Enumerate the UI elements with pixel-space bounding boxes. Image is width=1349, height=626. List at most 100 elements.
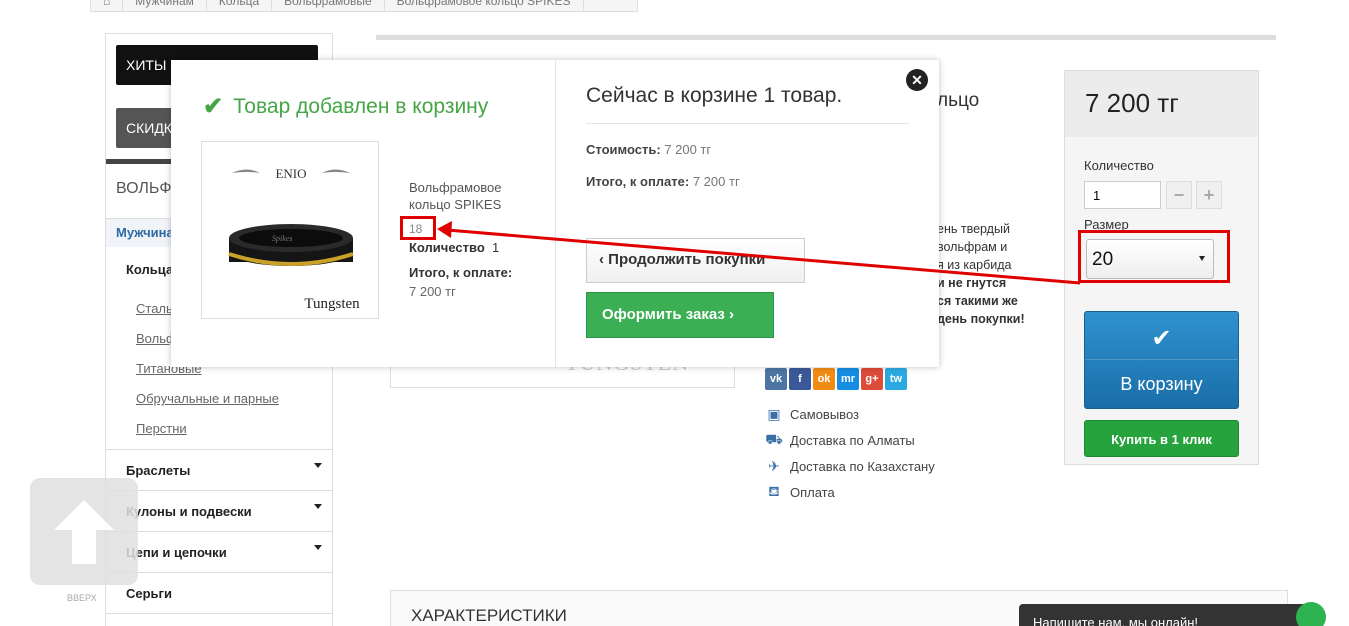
sidebar-heading: ВОЛЬФ xyxy=(116,180,172,197)
chevron-left-icon: ‹ xyxy=(599,251,604,268)
ring-image: ENIO Spikes Tungsten xyxy=(228,166,360,312)
chat-icon[interactable] xyxy=(1296,602,1326,626)
google-plus-icon[interactable]: g+ xyxy=(861,368,883,390)
sidebar-item-rings[interactable]: Кольца xyxy=(126,262,173,277)
added-title-text: Товар добавлен в корзину xyxy=(233,94,489,118)
quantity-minus-button[interactable]: − xyxy=(1166,181,1192,209)
plane-icon: ✈ xyxy=(768,458,780,474)
quantity-label: Количество xyxy=(1084,158,1154,173)
total-value: 7 200 тг xyxy=(692,174,740,189)
cart-summary-title: Сейчас в корзине 1 товар. xyxy=(586,84,843,107)
modal-total-label: Итого, к оплате: xyxy=(409,265,513,280)
cost-row: Стоимость: 7 200 тг xyxy=(586,142,711,157)
sale-label: СКИДК xyxy=(126,120,172,136)
checkout-button[interactable]: Оформить заказ › xyxy=(586,292,774,338)
vk-icon[interactable]: vk xyxy=(765,368,787,390)
chat-widget[interactable]: Напишите нам, мы онлайн! xyxy=(1019,604,1316,626)
checkout-label: Оформить заказ xyxy=(602,306,725,323)
breadcrumb-item[interactable]: Вольфрамовые xyxy=(272,0,385,11)
quantity-plus-button[interactable]: + xyxy=(1196,181,1222,209)
divider xyxy=(106,531,332,532)
arrow-up-icon xyxy=(54,500,114,564)
sidebar-link-signets[interactable]: Перстни xyxy=(136,421,187,436)
price-box: 7 200 тг Количество − + Размер 20 ✔ В ко… xyxy=(1064,70,1259,465)
modal-quantity-label: Количество xyxy=(409,240,485,255)
cost-value: 7 200 тг xyxy=(664,142,712,157)
delivery-almaty[interactable]: ⛟ Доставка по Алматы xyxy=(765,431,915,448)
characteristics-title: ХАРАКТЕРИСТИКИ xyxy=(411,606,567,625)
twitter-icon[interactable]: tw xyxy=(885,368,907,390)
content-top-bar xyxy=(376,35,1276,40)
added-to-cart-modal: ✔ Товар добавлен в корзину ENIO Spikes T… xyxy=(171,60,939,367)
size-18-highlight-annotation xyxy=(400,216,436,240)
scroll-up-label: ВВЕРХ xyxy=(67,593,97,603)
divider xyxy=(106,490,332,491)
breadcrumb-home-icon[interactable]: ⌂ xyxy=(91,0,124,11)
divider xyxy=(106,613,332,614)
description-line: день покупки! xyxy=(937,312,1025,326)
truck-icon: ⛟ xyxy=(765,431,783,447)
chevron-down-icon[interactable] xyxy=(314,463,322,468)
product-description: ень твердый вольфрам и я из карбида и не… xyxy=(937,220,1025,328)
sidebar-item-bracelets[interactable]: Браслеты xyxy=(126,463,190,478)
mailru-icon[interactable]: mr xyxy=(837,368,859,390)
divider xyxy=(106,449,332,450)
delivery-label: Самовывоз xyxy=(790,407,859,422)
check-icon: ✔ xyxy=(203,93,224,120)
sidebar-link-steel[interactable]: Сталь xyxy=(136,301,173,316)
modal-quantity: Количество 1 xyxy=(409,240,499,255)
sidebar-item-earrings[interactable]: Серьги xyxy=(126,586,172,601)
product-price: 7 200 тг xyxy=(1085,88,1179,118)
delivery-kazakhstan[interactable]: ✈ Доставка по Казахстану xyxy=(765,458,935,474)
buy-one-click-button[interactable]: Купить в 1 клик xyxy=(1084,420,1239,457)
continue-shopping-label: Продолжить покупки xyxy=(608,251,766,268)
ring-brand-top: ENIO xyxy=(275,166,306,181)
modal-product-name[interactable]: Вольфрамовое кольцо SPIKES xyxy=(409,179,529,213)
total-label: Итого, к оплате: xyxy=(586,174,690,189)
delivery-pickup[interactable]: ▣ Самовывоз xyxy=(765,406,859,422)
description-line: я из карбида xyxy=(937,258,1012,272)
button-divider xyxy=(1085,359,1238,360)
sidebar-link-wedding[interactable]: Обручальные и парные xyxy=(136,391,279,406)
breadcrumb: ⌂ Мужчинам Кольца Вольфрамовые Вольфрамо… xyxy=(90,0,638,12)
description-line: ень твердый xyxy=(937,222,1010,236)
continue-shopping-button[interactable]: ‹ Продолжить покупки xyxy=(586,238,805,283)
scroll-up-button[interactable] xyxy=(30,478,138,585)
payment-label: Оплата xyxy=(790,485,835,500)
delivery-label: Доставка по Алматы xyxy=(790,433,915,448)
social-share: vk f ok mr g+ tw xyxy=(765,368,907,390)
chevron-down-icon[interactable] xyxy=(314,545,322,550)
chevron-down-icon[interactable] xyxy=(314,504,322,509)
product-title: льцо xyxy=(937,90,980,111)
quantity-input[interactable] xyxy=(1084,181,1161,209)
modal-cart-panel: Сейчас в корзине 1 товар. Стоимость: 7 2… xyxy=(586,60,926,367)
description-line: вольфрам и xyxy=(937,240,1008,254)
chat-label: Напишите нам, мы онлайн! xyxy=(1033,615,1199,626)
add-to-cart-button[interactable]: ✔ В корзину xyxy=(1084,311,1239,409)
description-line: ся такими же xyxy=(937,294,1018,308)
modal-total-value: 7 200 тг xyxy=(409,284,456,299)
breadcrumb-item[interactable]: Кольца xyxy=(207,0,273,11)
divider xyxy=(586,123,909,124)
facebook-icon[interactable]: f xyxy=(789,368,811,390)
breadcrumb-item[interactable]: Мужчинам xyxy=(123,0,207,11)
cost-label: Стоимость: xyxy=(586,142,661,157)
breadcrumb-current: Вольфрамовое кольцо SPIKES xyxy=(385,0,584,11)
modal-quantity-value: 1 xyxy=(492,240,500,255)
ring-brand-bottom: Tungsten xyxy=(304,296,360,312)
odnoklassniki-icon[interactable]: ok xyxy=(813,368,835,390)
chevron-right-icon: › xyxy=(729,306,735,323)
delivery-label: Доставка по Казахстану xyxy=(790,459,935,474)
divider xyxy=(106,572,332,573)
payment-link[interactable]: ⛾ Оплата xyxy=(765,483,835,500)
added-title: ✔ Товар добавлен в корзину xyxy=(203,92,488,121)
close-icon[interactable]: ✕ xyxy=(906,69,928,91)
sidebar-item-pendants[interactable]: Кулоны и подвески xyxy=(126,504,252,519)
pickup-icon: ▣ xyxy=(767,406,781,422)
description-line: и не гнутся xyxy=(937,276,1007,290)
ring-engraving: Spikes xyxy=(272,234,292,243)
size-highlight-annotation xyxy=(1078,230,1230,283)
sidebar-item-chains[interactable]: Цепи и цепочки xyxy=(126,545,227,560)
payment-icon: ⛾ xyxy=(768,483,780,499)
add-to-cart-label: В корзину xyxy=(1120,374,1203,394)
